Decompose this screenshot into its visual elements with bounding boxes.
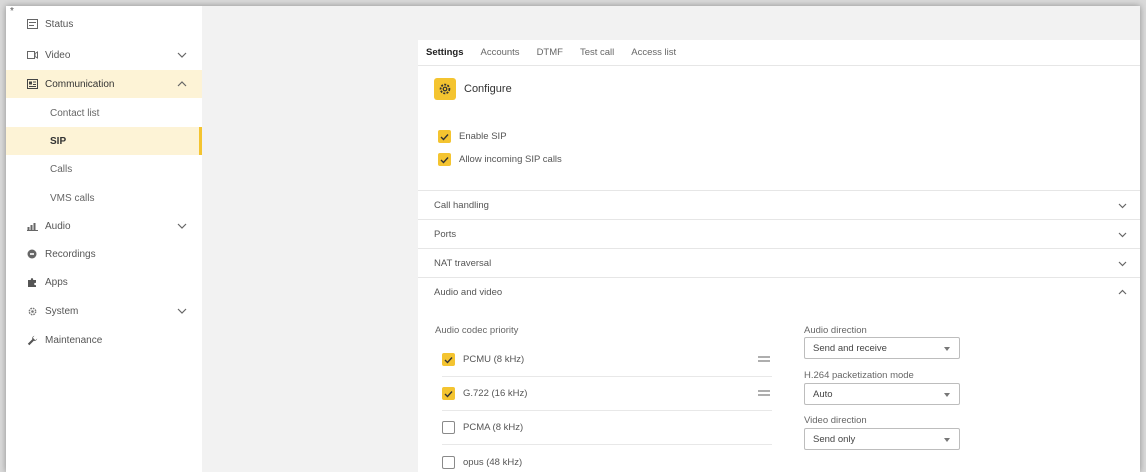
codec-checkbox-opus[interactable]: [442, 455, 455, 469]
codec-checkbox-pcmu[interactable]: [442, 353, 455, 366]
codec-row-pcma[interactable]: PCMA (8 kHz): [442, 411, 772, 445]
sidebar-item-apps[interactable]: Apps: [6, 268, 202, 296]
tab-accounts[interactable]: Accounts: [480, 47, 519, 58]
wrench-icon: [26, 334, 38, 346]
sidebar: * Status Video Communication Contact lis…: [6, 6, 202, 472]
chevron-down-icon: [177, 308, 187, 314]
video-direction-select[interactable]: Send only: [804, 428, 960, 450]
drag-handle-icon[interactable]: [758, 355, 770, 363]
sidebar-item-calls[interactable]: Calls: [6, 155, 202, 183]
codec-label: PCMU (8 kHz): [463, 354, 525, 365]
codec-label: G.722 (16 kHz): [463, 388, 528, 399]
recordings-icon: [26, 248, 38, 260]
tab-bar: Settings Accounts DTMF Test call Access …: [418, 40, 1140, 66]
configure-gear-icon: [434, 78, 456, 100]
sidebar-item-communication[interactable]: Communication: [6, 70, 202, 98]
sidebar-item-label: Audio: [45, 220, 71, 232]
tab-settings[interactable]: Settings: [426, 47, 463, 58]
sidebar-item-recordings[interactable]: Recordings: [6, 240, 202, 268]
enable-sip-checkbox[interactable]: [438, 130, 451, 143]
tab-test-call[interactable]: Test call: [580, 47, 614, 58]
caret-down-icon: [944, 393, 950, 397]
allow-incoming-label: Allow incoming SIP calls: [459, 154, 562, 165]
sidebar-item-label: Apps: [45, 276, 68, 288]
h264-packetization-select[interactable]: Auto: [804, 383, 960, 405]
caret-down-icon: [944, 438, 950, 442]
sidebar-item-label: Recordings: [45, 248, 96, 260]
communication-icon: [26, 78, 38, 90]
tab-dtmf[interactable]: DTMF: [537, 47, 563, 58]
chevron-down-icon: [1118, 261, 1127, 267]
configure-label: Configure: [464, 83, 512, 95]
h264-packetization-value: Auto: [813, 388, 833, 400]
codec-label: opus (48 kHz): [463, 456, 523, 468]
sidebar-item-label: Video: [45, 49, 71, 61]
chevron-down-icon: [177, 223, 187, 229]
accordion-nat-traversal[interactable]: NAT traversal: [418, 248, 1140, 277]
sidebar-item-video[interactable]: Video: [6, 41, 202, 69]
sidebar-item-label: Maintenance: [45, 334, 103, 346]
audio-bars-icon: [26, 220, 38, 232]
sidebar-item-label: Status: [45, 18, 74, 30]
accordion-call-handling[interactable]: Call handling: [418, 190, 1140, 219]
app-window: * Status Video Communication Contact lis…: [6, 6, 1140, 472]
video-direction-value: Send only: [813, 433, 856, 445]
sidebar-item-maintenance[interactable]: Maintenance: [6, 326, 202, 354]
enable-sip-label: Enable SIP: [459, 131, 507, 142]
codec-checkbox-pcma[interactable]: [442, 421, 455, 434]
chevron-up-icon: [177, 81, 187, 87]
sidebar-item-label: System: [45, 305, 79, 317]
codec-row-pcmu[interactable]: PCMU (8 kHz): [442, 343, 772, 377]
checkmark-icon: [440, 133, 449, 141]
sidebar-item-label: Communication: [45, 78, 115, 90]
codec-row-g722[interactable]: G.722 (16 kHz): [442, 377, 772, 411]
sidebar-item-label: VMS calls: [50, 192, 95, 204]
sidebar-item-contact-list[interactable]: Contact list: [6, 99, 202, 127]
chevron-down-icon: [1118, 232, 1127, 238]
audio-direction-label: Audio direction: [804, 325, 867, 336]
sidebar-item-vms-calls[interactable]: VMS calls: [6, 184, 202, 212]
accordion-ports[interactable]: Ports: [418, 219, 1140, 248]
tab-access-list[interactable]: Access list: [631, 47, 676, 58]
accordion-title: NAT traversal: [434, 257, 492, 269]
drag-handle-icon[interactable]: [758, 389, 770, 397]
status-icon: [26, 18, 38, 30]
allow-incoming-checkbox[interactable]: [438, 153, 451, 166]
sidebar-item-sip[interactable]: SIP: [6, 127, 202, 155]
accordion-title: Audio and video: [434, 286, 503, 298]
allow-incoming-option[interactable]: Allow incoming SIP calls: [438, 153, 562, 166]
sidebar-item-system[interactable]: System: [6, 297, 202, 325]
sidebar-item-label: Calls: [50, 163, 73, 175]
checkmark-icon: [444, 390, 453, 398]
sidebar-item-label: SIP: [50, 135, 67, 147]
sidebar-item-label: Contact list: [50, 107, 100, 119]
audio-direction-select[interactable]: Send and receive: [804, 337, 960, 359]
video-direction-label: Video direction: [804, 415, 867, 426]
video-camera-icon: [26, 49, 38, 61]
codec-row-opus[interactable]: opus (48 kHz): [442, 445, 772, 472]
sidebar-item-audio[interactable]: Audio: [6, 212, 202, 240]
configure-header: Configure: [434, 78, 512, 100]
accordion-title: Ports: [434, 228, 457, 240]
sip-settings-panel: Settings Accounts DTMF Test call Access …: [418, 40, 1140, 472]
codec-label: PCMA (8 kHz): [463, 422, 524, 433]
accordion-audio-and-video[interactable]: Audio and video: [418, 277, 1140, 306]
audio-codec-priority-label: Audio codec priority: [435, 325, 519, 336]
chevron-up-icon: [1118, 289, 1127, 295]
enable-sip-option[interactable]: Enable SIP: [438, 130, 507, 143]
codec-checkbox-g722[interactable]: [442, 387, 455, 400]
h264-packetization-label: H.264 packetization mode: [804, 370, 914, 381]
audio-direction-value: Send and receive: [813, 342, 887, 354]
caret-down-icon: [944, 347, 950, 351]
gear-icon: [26, 305, 38, 317]
checkmark-icon: [444, 356, 453, 364]
chevron-down-icon: [177, 52, 187, 58]
apps-puzzle-icon: [26, 276, 38, 288]
sidebar-item-status[interactable]: Status: [6, 10, 202, 38]
checkmark-icon: [440, 156, 449, 164]
chevron-down-icon: [1118, 203, 1127, 209]
accordion-title: Call handling: [434, 199, 489, 211]
